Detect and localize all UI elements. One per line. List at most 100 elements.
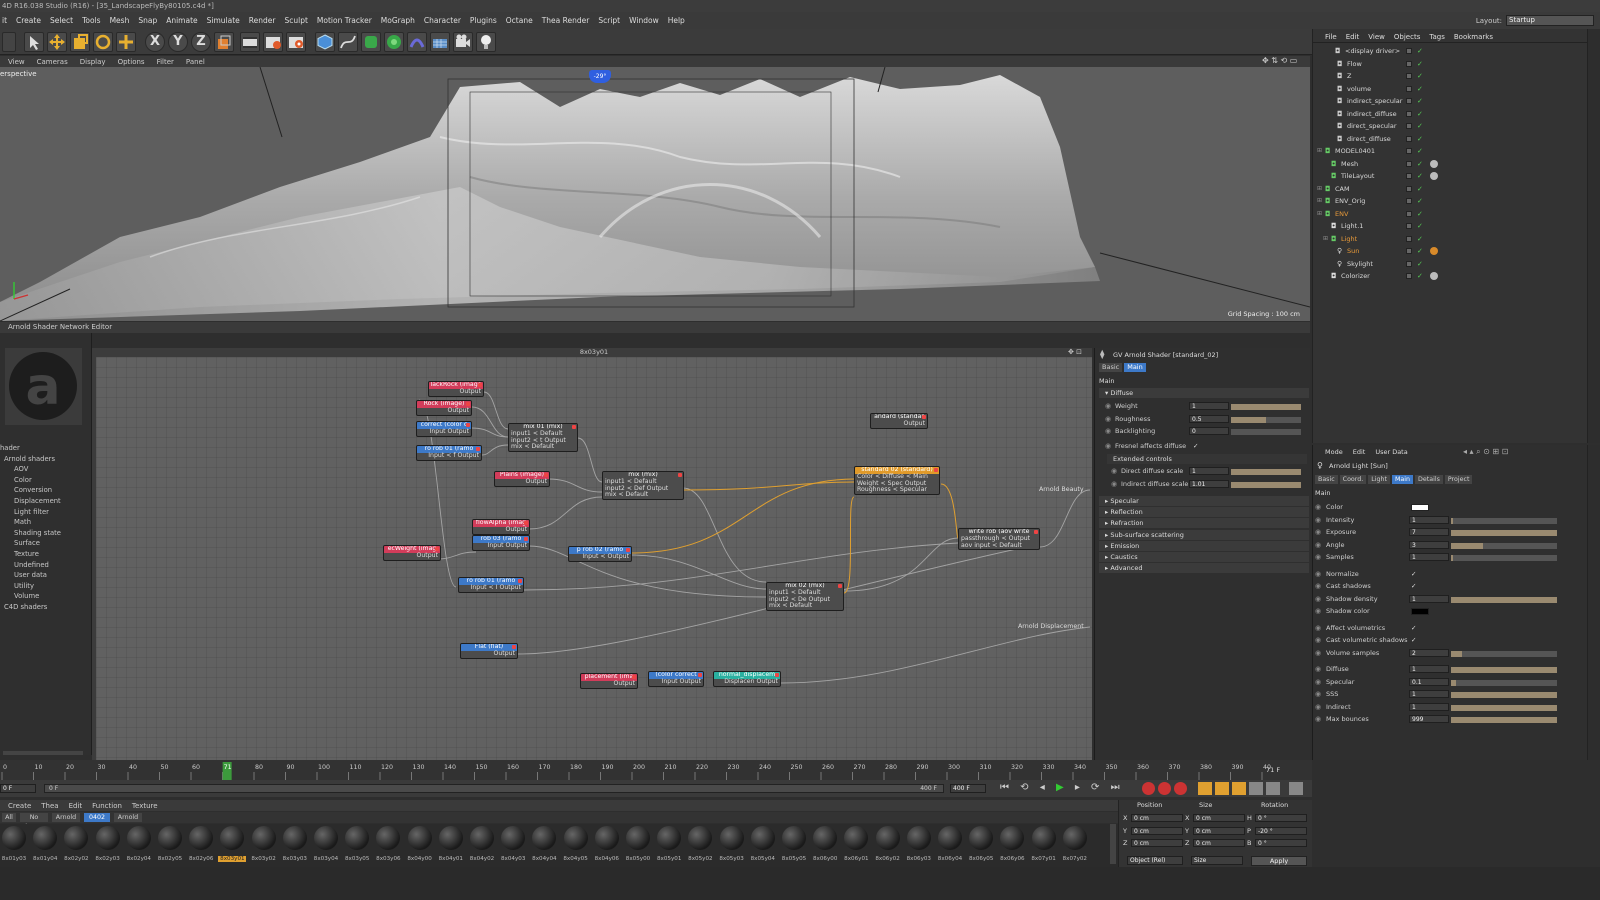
node-close-icon[interactable] [466,402,470,406]
node-rock[interactable]: Rock (image) Output [416,400,472,416]
material-item[interactable]: 8x07y02 [1061,826,1089,866]
side-tab-strip-lower[interactable] [1587,445,1600,760]
node-port[interactable]: Displacen Output [714,678,780,686]
enabled-check-icon[interactable]: ✓ [1417,145,1423,157]
material-item[interactable]: 8x02y06 [187,826,215,866]
visibility-toggle[interactable] [1406,173,1412,179]
menu-create[interactable]: Create [16,16,41,25]
param-value[interactable]: 1 [1409,553,1449,561]
tag-icon[interactable] [1430,172,1438,180]
visibility-toggle[interactable] [1406,148,1412,154]
animate-dot-icon[interactable]: ◉ [1315,635,1321,646]
material-item[interactable]: 8x03y01 [218,826,247,866]
enabled-check-icon[interactable]: ✓ [1417,170,1423,182]
object-row[interactable]: ◘ Z ✓ [1317,70,1600,82]
menu-render[interactable]: Render [249,16,276,25]
material-item[interactable]: 8x07y01 [1030,826,1058,866]
viewport-perspective[interactable]: erspective -29° Grid Spacing : 100 cm [0,67,1310,321]
enabled-check-icon[interactable]: ✓ [1417,70,1423,82]
param-slider[interactable] [1451,542,1557,549]
node-standard02[interactable]: standard 02 (standard) Color < Diffuse < … [854,466,940,495]
light-bulb-icon[interactable] [476,32,496,52]
object-row[interactable]: ◘ <display driver> ✓ [1317,45,1600,57]
node-close-icon[interactable] [838,584,842,588]
enabled-check-icon[interactable]: ✓ [1417,245,1423,257]
object-menu-objects[interactable]: Objects [1394,33,1420,41]
param-value[interactable]: 1 [1409,702,1449,711]
key-type-controls[interactable] [1198,782,1303,795]
enabled-check-icon[interactable]: ✓ [1417,158,1423,170]
node-close-icon[interactable] [678,473,682,477]
material-item[interactable]: 8x02y04 [125,826,153,866]
material-item[interactable]: 8x06y04 [936,826,964,866]
material-item[interactable]: 8x02y02 [62,826,90,866]
node-ramp03[interactable]: rob 03 (ramo Input Output [472,535,530,551]
param-value[interactable]: 1 [1189,467,1229,475]
param-slider[interactable] [1451,667,1557,673]
x-axis-lock-button[interactable]: X [145,32,165,52]
material-item[interactable]: 8x05y02 [686,826,714,866]
param-value[interactable]: 1 [1189,402,1229,410]
param-value[interactable]: 0.5 [1189,414,1229,423]
node-port[interactable]: Output [473,526,529,534]
material-item[interactable]: 8x05y03 [718,826,746,866]
render-settings-icon[interactable] [286,32,306,52]
expand-icon[interactable]: ⊞ [1317,145,1322,157]
param-row-roughness[interactable]: ◉ Roughness 0.5 [1095,414,1311,425]
render-view-icon[interactable] [240,32,260,52]
param-value[interactable]: 7 [1409,528,1449,536]
menu-animate[interactable]: Animate [166,16,197,25]
visibility-toggle[interactable] [1406,85,1412,92]
node-port[interactable]: Output [417,407,471,415]
tree-item[interactable]: C4D shaders [0,602,61,613]
visibility-toggle[interactable] [1406,73,1412,79]
coord-size-dropdown[interactable]: Size [1191,856,1243,865]
section-specular[interactable]: ▸ Specular [1099,496,1309,506]
light-param-cast-shadows[interactable]: ◉ Cast shadows ✓ [1313,581,1600,592]
node-close-icon[interactable] [524,521,528,525]
menu-script[interactable]: Script [598,16,620,25]
node-close-icon[interactable] [524,537,528,541]
menu-it[interactable]: it [2,16,7,25]
menu-window[interactable]: Window [629,16,659,25]
param-value[interactable]: 1 [1409,515,1449,524]
viewport-menu-cameras[interactable]: Cameras [37,58,68,66]
light-param-sss[interactable]: ◉ SSS 1 [1313,689,1600,700]
tree-item[interactable]: AOV [0,464,61,475]
coordinate-system-icon[interactable] [214,32,234,52]
light-tab-main[interactable]: Main [1391,475,1414,484]
keyframe-selection-icon[interactable] [1174,782,1187,795]
light-param-affect-volumetrics[interactable]: ◉ Affect volumetrics ✓ [1313,623,1600,634]
node-close-icon[interactable] [518,579,522,583]
param-slider[interactable] [1231,416,1301,423]
subdivision-icon[interactable] [361,32,381,52]
visibility-toggle[interactable] [1406,48,1412,54]
node-port[interactable]: Output [384,552,440,560]
attributes-nav-icons[interactable]: ◂ ▴ ⌕ ⊙ ⊞ ⊡ [1463,447,1508,457]
param-slider[interactable] [1451,517,1557,524]
visibility-toggle[interactable] [1406,110,1412,117]
material-menu-thea[interactable]: Thea [41,802,58,810]
checkbox-check-icon[interactable]: ✓ [1411,623,1416,634]
y-axis-lock-button[interactable]: Y [168,32,188,52]
node-standard[interactable]: andard (standar Output [870,413,928,429]
tree-item[interactable]: Undefined [0,560,61,571]
animate-dot-icon[interactable]: ◉ [1105,426,1111,437]
visibility-toggle[interactable] [1406,223,1412,229]
material-item[interactable]: 8x06y00 [811,826,839,866]
deformer-icon[interactable] [407,32,427,52]
animate-dot-icon[interactable]: ◉ [1315,515,1321,526]
tree-item[interactable]: Shading state [0,528,61,539]
object-menu-view[interactable]: View [1368,33,1385,41]
section-caustics[interactable]: ▸ Caustics [1099,552,1309,562]
param-value[interactable]: 2 [1409,648,1449,657]
visibility-toggle[interactable] [1406,235,1412,242]
animate-dot-icon[interactable]: ◉ [1315,702,1321,713]
animate-dot-icon[interactable]: ◉ [1111,466,1117,477]
visibility-toggle[interactable] [1406,210,1412,217]
material-item[interactable]: 8x06y02 [874,826,902,866]
node-port[interactable]: Input Output [649,678,703,686]
node-port[interactable]: Output [429,388,483,396]
light-param-indirect[interactable]: ◉ Indirect 1 [1313,702,1600,713]
live-select-icon[interactable] [116,32,136,52]
